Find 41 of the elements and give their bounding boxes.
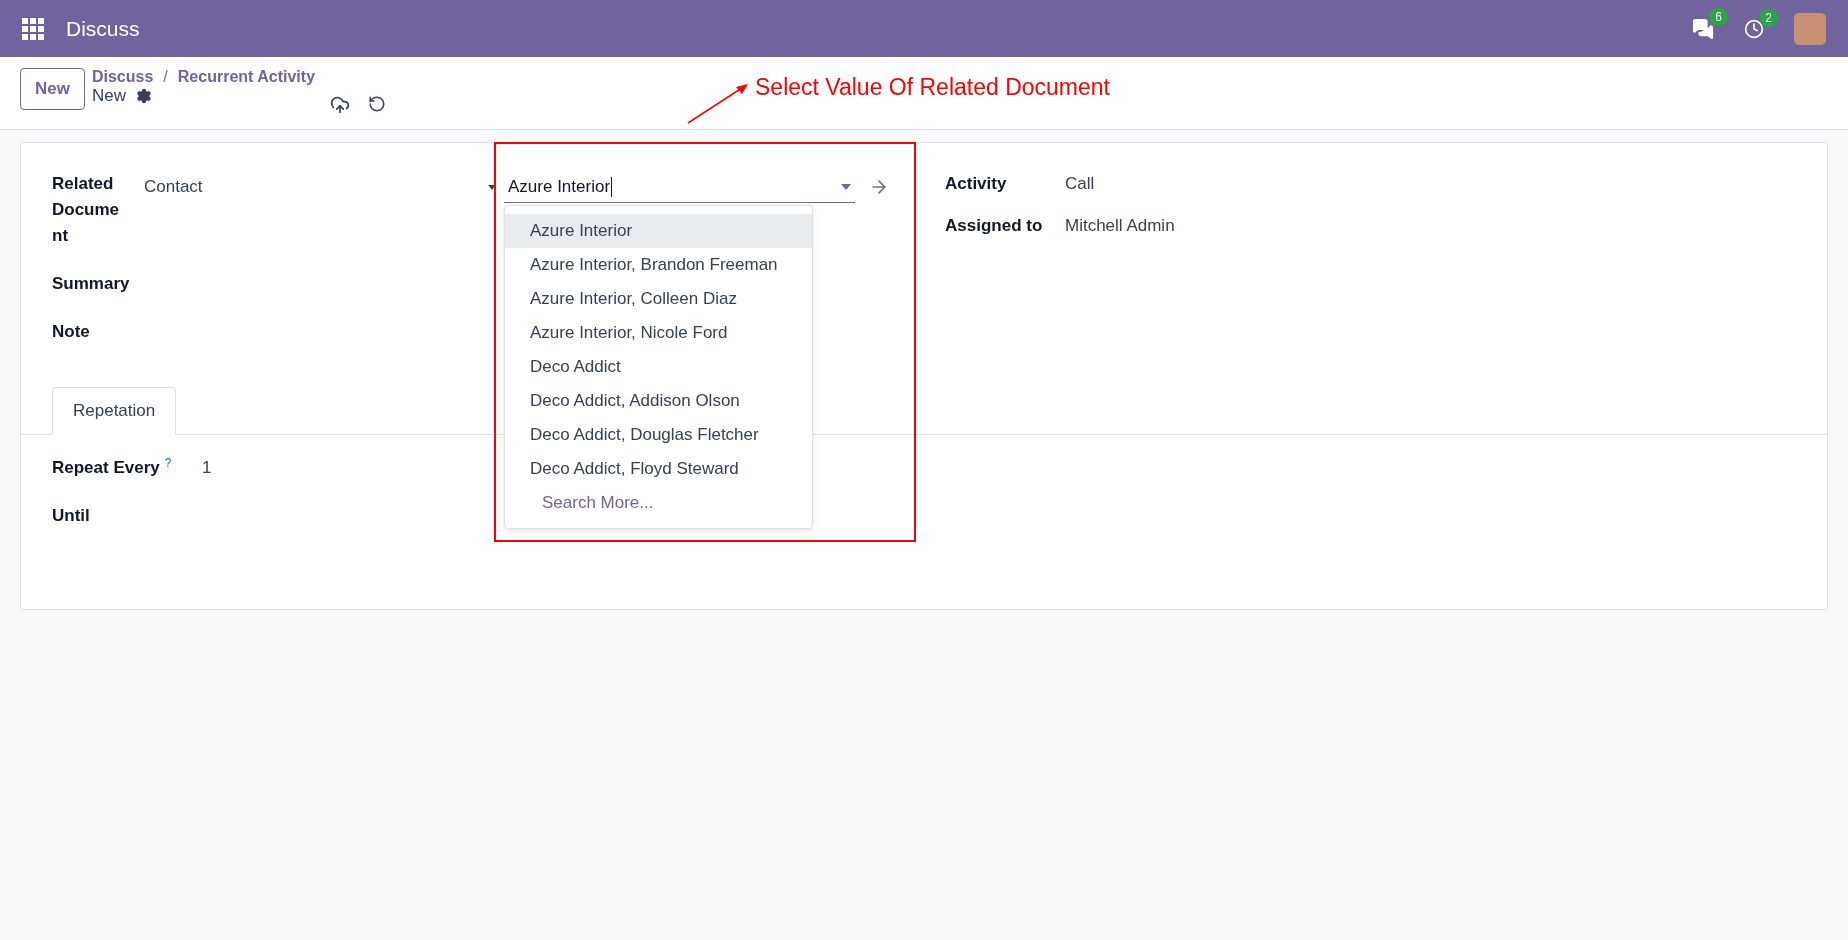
- field-label: Related Document: [52, 173, 121, 247]
- count-badge: 2: [1759, 8, 1778, 27]
- dropdown-option[interactable]: Azure Interior, Brandon Freeman: [505, 248, 812, 282]
- field-value: Call: [1065, 173, 1095, 195]
- cloud-upload-icon[interactable]: [330, 95, 351, 115]
- field-label: Note: [52, 321, 90, 343]
- dropdown-option[interactable]: Azure Interior, Nicole Ford: [505, 316, 812, 350]
- dropdown-option[interactable]: Deco Addict, Addison Olson: [505, 384, 812, 418]
- annotation-arrow: [686, 82, 750, 126]
- breadcrumb-link[interactable]: Recurrent Activity: [177, 68, 316, 86]
- field-value: Mitchell Admin: [1065, 215, 1175, 237]
- caret-icon: [488, 184, 496, 190]
- help-tooltip[interactable]: ?: [164, 455, 172, 470]
- breadcrumb-link[interactable]: Discuss: [91, 68, 154, 86]
- record-input[interactable]: Azure Interior: [504, 171, 855, 203]
- apps-grid-icon[interactable]: [22, 17, 44, 40]
- count-badge: 6: [1709, 7, 1728, 26]
- field-label: Until: [52, 506, 90, 525]
- field-label: Summary: [52, 273, 130, 295]
- app-title: Discuss: [66, 16, 140, 41]
- record-title: New: [91, 86, 126, 106]
- annotation-text: Select Value Of Related Document: [755, 74, 1110, 101]
- new-button[interactable]: New: [20, 68, 85, 110]
- field-label: Activity: [945, 173, 1007, 195]
- model-select[interactable]: Contact: [144, 171, 496, 203]
- field-value: 1: [202, 457, 212, 479]
- dropdown-option[interactable]: Deco Addict, Douglas Fletcher: [505, 418, 812, 452]
- field-label: Repeat Every: [52, 458, 160, 477]
- chat-icon[interactable]: [1692, 17, 1714, 40]
- dropdown-option[interactable]: Azure Interior: [505, 214, 812, 248]
- tab[interactable]: Repetation: [52, 387, 177, 435]
- dropdown-option[interactable]: Deco Addict: [505, 350, 812, 384]
- breadcrumb-separator: /: [163, 68, 168, 86]
- dropdown-option[interactable]: Deco Addict, Floyd Steward: [505, 452, 812, 486]
- dropdown-option[interactable]: Azure Interior, Colleen Diaz: [505, 282, 812, 316]
- gear-icon[interactable]: [136, 88, 152, 104]
- caret-icon: [841, 183, 851, 190]
- clock-icon[interactable]: [1744, 18, 1764, 39]
- undo-icon[interactable]: [368, 95, 387, 113]
- search-more-link[interactable]: Search More...: [505, 486, 812, 520]
- field-label: Assigned to: [945, 215, 1043, 237]
